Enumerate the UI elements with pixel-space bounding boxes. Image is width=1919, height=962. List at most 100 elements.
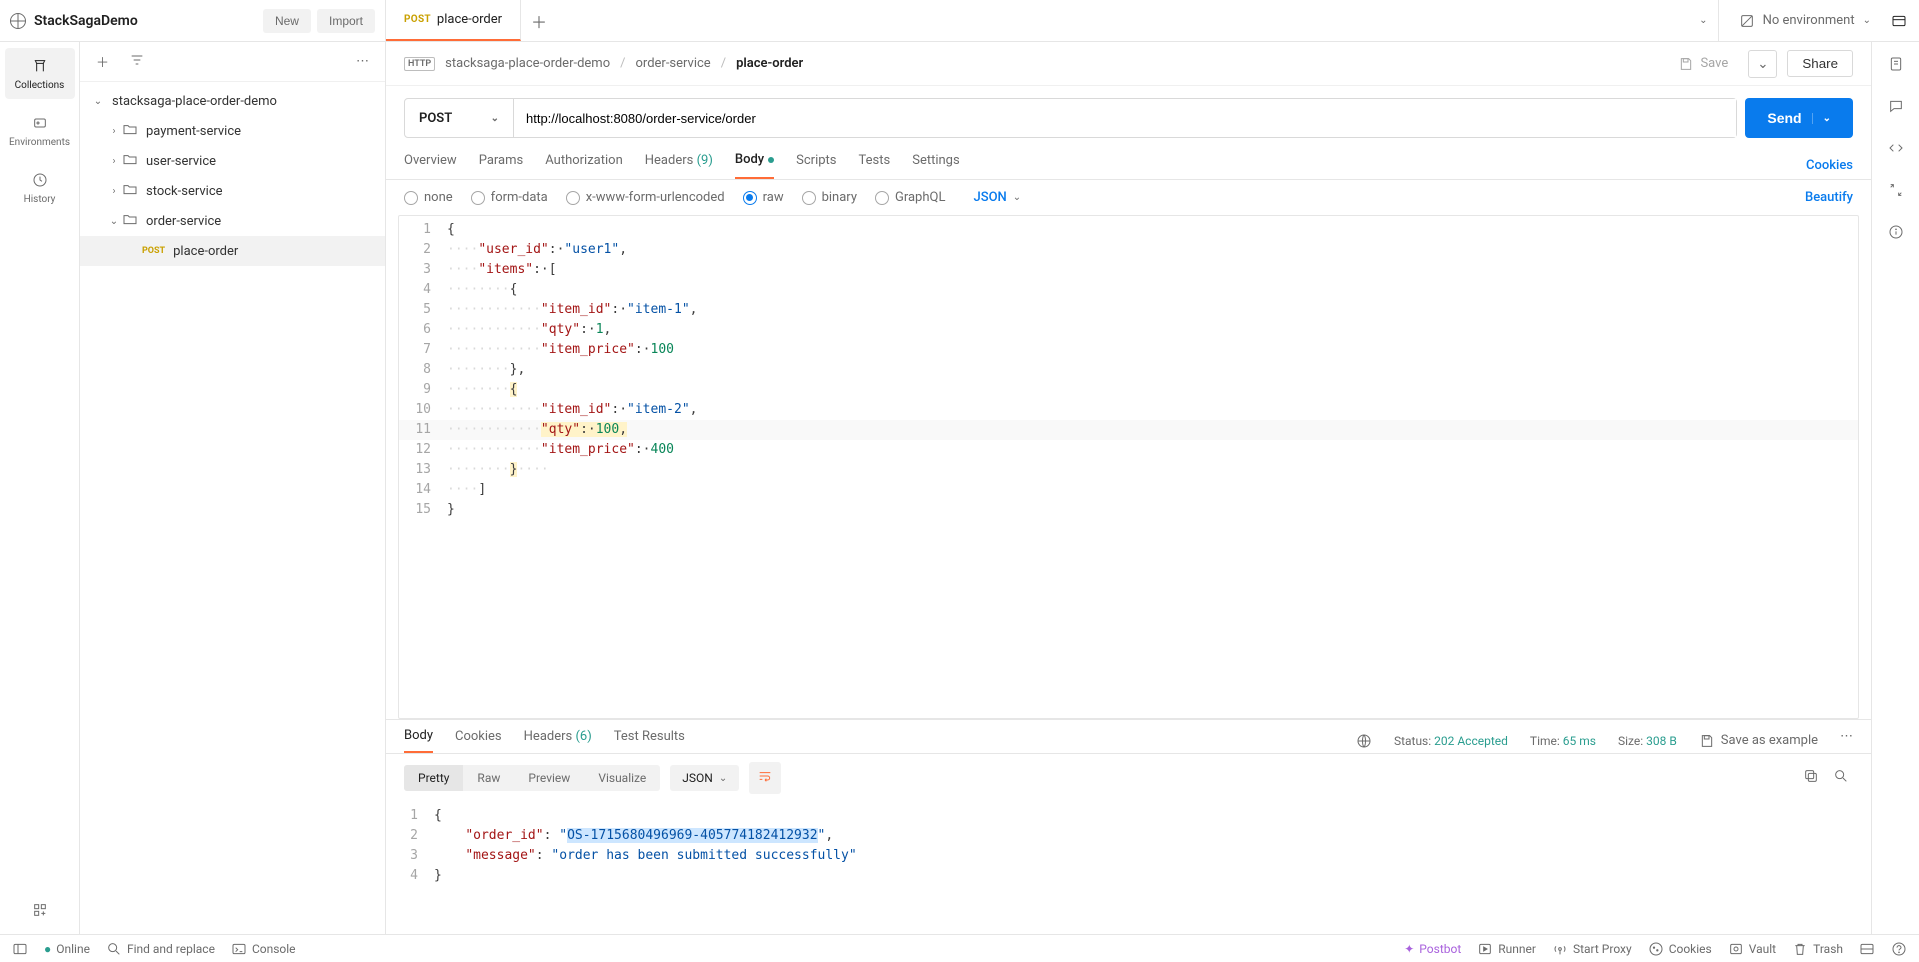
new-collection-icon[interactable]: ＋: [90, 48, 115, 75]
network-icon[interactable]: [1356, 733, 1372, 749]
workspace-name[interactable]: StackSagaDemo: [34, 13, 138, 29]
tab-tests[interactable]: Tests: [859, 153, 891, 178]
rv-visualize[interactable]: Visualize: [584, 765, 660, 791]
breadcrumb-bar: HTTP stacksaga-place-order-demo / order-…: [386, 42, 1871, 86]
sidebar-toggle-icon[interactable]: [12, 941, 28, 957]
history-icon: [30, 170, 50, 190]
save-as-example[interactable]: Save as example: [1699, 733, 1818, 749]
wrap-lines-icon[interactable]: [749, 762, 781, 794]
more-icon[interactable]: ⋯: [1840, 729, 1853, 752]
info-icon[interactable]: [1888, 224, 1904, 244]
environment-select[interactable]: No environment ⌄: [1731, 13, 1879, 29]
url-input[interactable]: [513, 99, 1736, 137]
cookies-link[interactable]: Cookies: [1806, 158, 1853, 173]
footer-console[interactable]: Console: [231, 941, 296, 957]
response-tabs: Body Cookies Headers (6) Test Results St…: [386, 720, 1871, 754]
footer-online[interactable]: ●Online: [44, 942, 90, 956]
vault-icon: [1728, 941, 1744, 957]
comments-icon[interactable]: [1888, 98, 1904, 118]
send-button[interactable]: Send ⌄: [1745, 98, 1853, 138]
folder-icon: [122, 121, 138, 141]
copy-icon[interactable]: [1799, 764, 1823, 792]
tab-body[interactable]: Body: [735, 152, 774, 179]
code-icon[interactable]: [1888, 140, 1904, 160]
tab-scripts[interactable]: Scripts: [796, 153, 836, 178]
radio-none[interactable]: none: [404, 190, 453, 205]
main: Collections Environments History ＋ ⋯ ⌄ s…: [0, 42, 1919, 934]
sidebar-header: ＋ ⋯: [80, 42, 385, 82]
tree-folder-payment[interactable]: › payment-service: [80, 116, 385, 146]
tab-headers[interactable]: Headers (9): [645, 153, 713, 178]
beautify-button[interactable]: Beautify: [1805, 190, 1853, 205]
rail-environments[interactable]: Environments: [5, 105, 75, 156]
new-button[interactable]: New: [263, 9, 311, 33]
more-icon[interactable]: ⋯: [350, 50, 375, 73]
sidebar: ＋ ⋯ ⌄ stacksaga-place-order-demo › payme…: [80, 42, 386, 934]
footer-proxy[interactable]: Start Proxy: [1552, 941, 1632, 957]
rv-pretty[interactable]: Pretty: [404, 765, 463, 791]
rail-configure[interactable]: [5, 892, 75, 928]
method-select[interactable]: POST ⌄: [405, 99, 513, 137]
radio-form-data[interactable]: form-data: [471, 190, 548, 205]
expand-icon[interactable]: [1888, 182, 1904, 202]
rail-history[interactable]: History: [5, 162, 75, 213]
footer-postbot[interactable]: ✦Postbot: [1404, 942, 1461, 956]
chevron-down-icon[interactable]: ⌄: [1812, 113, 1831, 124]
resp-tab-test[interactable]: Test Results: [614, 729, 685, 752]
tabs-chevron-icon[interactable]: ⌄: [1699, 15, 1707, 26]
footer-cookies[interactable]: Cookies: [1648, 941, 1712, 957]
request-body-editor[interactable]: 1{ 2····"user_id":·"user1", 3····"items"…: [398, 215, 1859, 719]
tree-folder-stock[interactable]: › stock-service: [80, 176, 385, 206]
new-tab-button[interactable]: ＋: [521, 0, 557, 41]
radio-binary[interactable]: binary: [802, 190, 857, 205]
resp-lang-select[interactable]: JSON ⌄: [670, 765, 739, 791]
request-tab[interactable]: POST place-order: [386, 0, 521, 41]
tab-authorization[interactable]: Authorization: [545, 153, 623, 178]
tree-folder-user[interactable]: › user-service: [80, 146, 385, 176]
footer-layout-icon[interactable]: [1859, 941, 1875, 957]
breadcrumb-2[interactable]: order-service: [636, 56, 711, 71]
request-pane: HTTP stacksaga-place-order-demo / order-…: [386, 42, 1871, 934]
footer-trash[interactable]: Trash: [1792, 941, 1843, 957]
env-quicklook-icon[interactable]: [1891, 13, 1907, 29]
tab-method: POST: [404, 14, 431, 25]
footer-help-icon[interactable]: [1891, 941, 1907, 957]
search-icon[interactable]: [1829, 764, 1853, 792]
footer-runner[interactable]: Runner: [1477, 941, 1536, 957]
save-button: Save: [1668, 52, 1738, 76]
resp-tab-cookies[interactable]: Cookies: [455, 729, 502, 752]
tree-collection[interactable]: ⌄ stacksaga-place-order-demo: [80, 86, 385, 116]
filter-icon[interactable]: [123, 48, 151, 76]
documentation-icon[interactable]: [1888, 56, 1904, 76]
resp-size: Size: 308 B: [1618, 734, 1677, 748]
save-chevron-button[interactable]: ⌄: [1748, 50, 1777, 78]
tab-params[interactable]: Params: [479, 153, 524, 178]
body-lang-select[interactable]: JSON ⌄: [973, 190, 1021, 205]
tabs-area: POST place-order ＋ ⌄: [386, 0, 1718, 41]
tree: ⌄ stacksaga-place-order-demo › payment-s…: [80, 82, 385, 934]
share-button[interactable]: Share: [1787, 50, 1853, 77]
tab-overview[interactable]: Overview: [404, 153, 457, 178]
radio-raw[interactable]: raw: [743, 190, 784, 205]
tree-request-place-order[interactable]: POST place-order: [80, 236, 385, 266]
resp-tab-headers[interactable]: Headers (6): [524, 729, 592, 752]
radio-xwww[interactable]: x-www-form-urlencoded: [566, 190, 725, 205]
folder-icon: [122, 181, 138, 201]
footer-vault[interactable]: Vault: [1728, 941, 1776, 957]
chevron-right-icon: ›: [106, 126, 122, 137]
tree-folder-order[interactable]: ⌄ order-service: [80, 206, 385, 236]
folder-icon: [122, 211, 138, 231]
request-code[interactable]: 1{ 2····"user_id":·"user1", 3····"items"…: [399, 216, 1858, 718]
chevron-down-icon: ⌄: [491, 113, 499, 124]
save-icon: [1678, 56, 1694, 72]
radio-graphql[interactable]: GraphQL: [875, 190, 945, 205]
breadcrumb-1[interactable]: stacksaga-place-order-demo: [445, 56, 610, 71]
footer-find[interactable]: Find and replace: [106, 941, 215, 957]
resp-tab-body[interactable]: Body: [404, 728, 433, 753]
rv-raw[interactable]: Raw: [463, 765, 514, 791]
tab-settings[interactable]: Settings: [912, 153, 959, 178]
import-button[interactable]: Import: [317, 9, 375, 33]
rv-preview[interactable]: Preview: [514, 765, 584, 791]
response-body[interactable]: 1{ 2 "order_id": "OS-1715680496969-40577…: [386, 802, 1871, 934]
rail-collections[interactable]: Collections: [5, 48, 75, 99]
